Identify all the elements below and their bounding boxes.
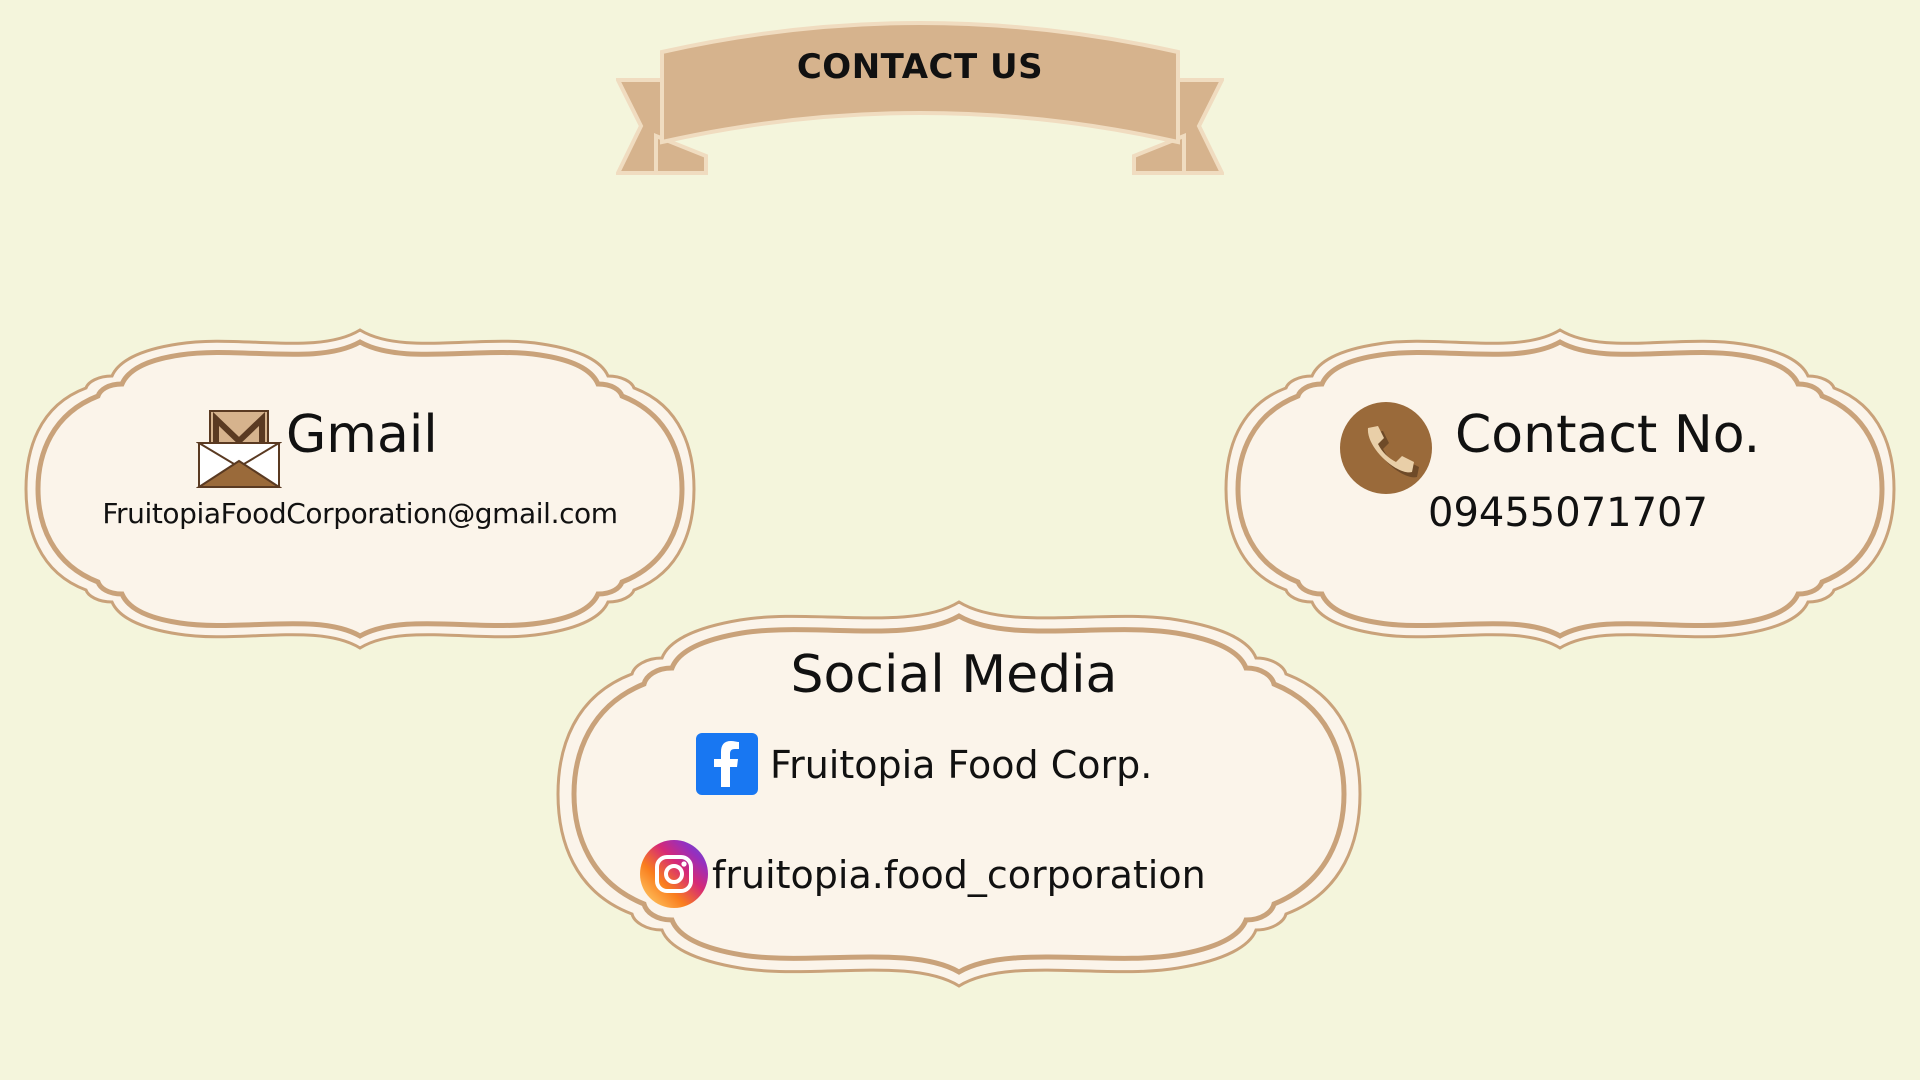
facebook-link[interactable]: Fruitopia Food Corp. <box>770 740 1152 790</box>
facebook-icon[interactable] <box>696 733 758 795</box>
envelope-icon <box>196 410 282 488</box>
social-title: Social Media <box>790 645 1118 705</box>
contact-title: Contact No. <box>1455 405 1761 465</box>
phone-icon <box>1340 402 1432 494</box>
gmail-address[interactable]: FruitopiaFoodCorporation@gmail.com <box>60 494 660 534</box>
gmail-title: Gmail <box>286 405 438 465</box>
page-title: CONTACT US <box>796 47 1044 87</box>
phone-number[interactable]: 09455071707 <box>1428 487 1708 539</box>
instagram-icon[interactable] <box>640 840 708 908</box>
instagram-link[interactable]: fruitopia.food_corporation <box>712 850 1206 900</box>
